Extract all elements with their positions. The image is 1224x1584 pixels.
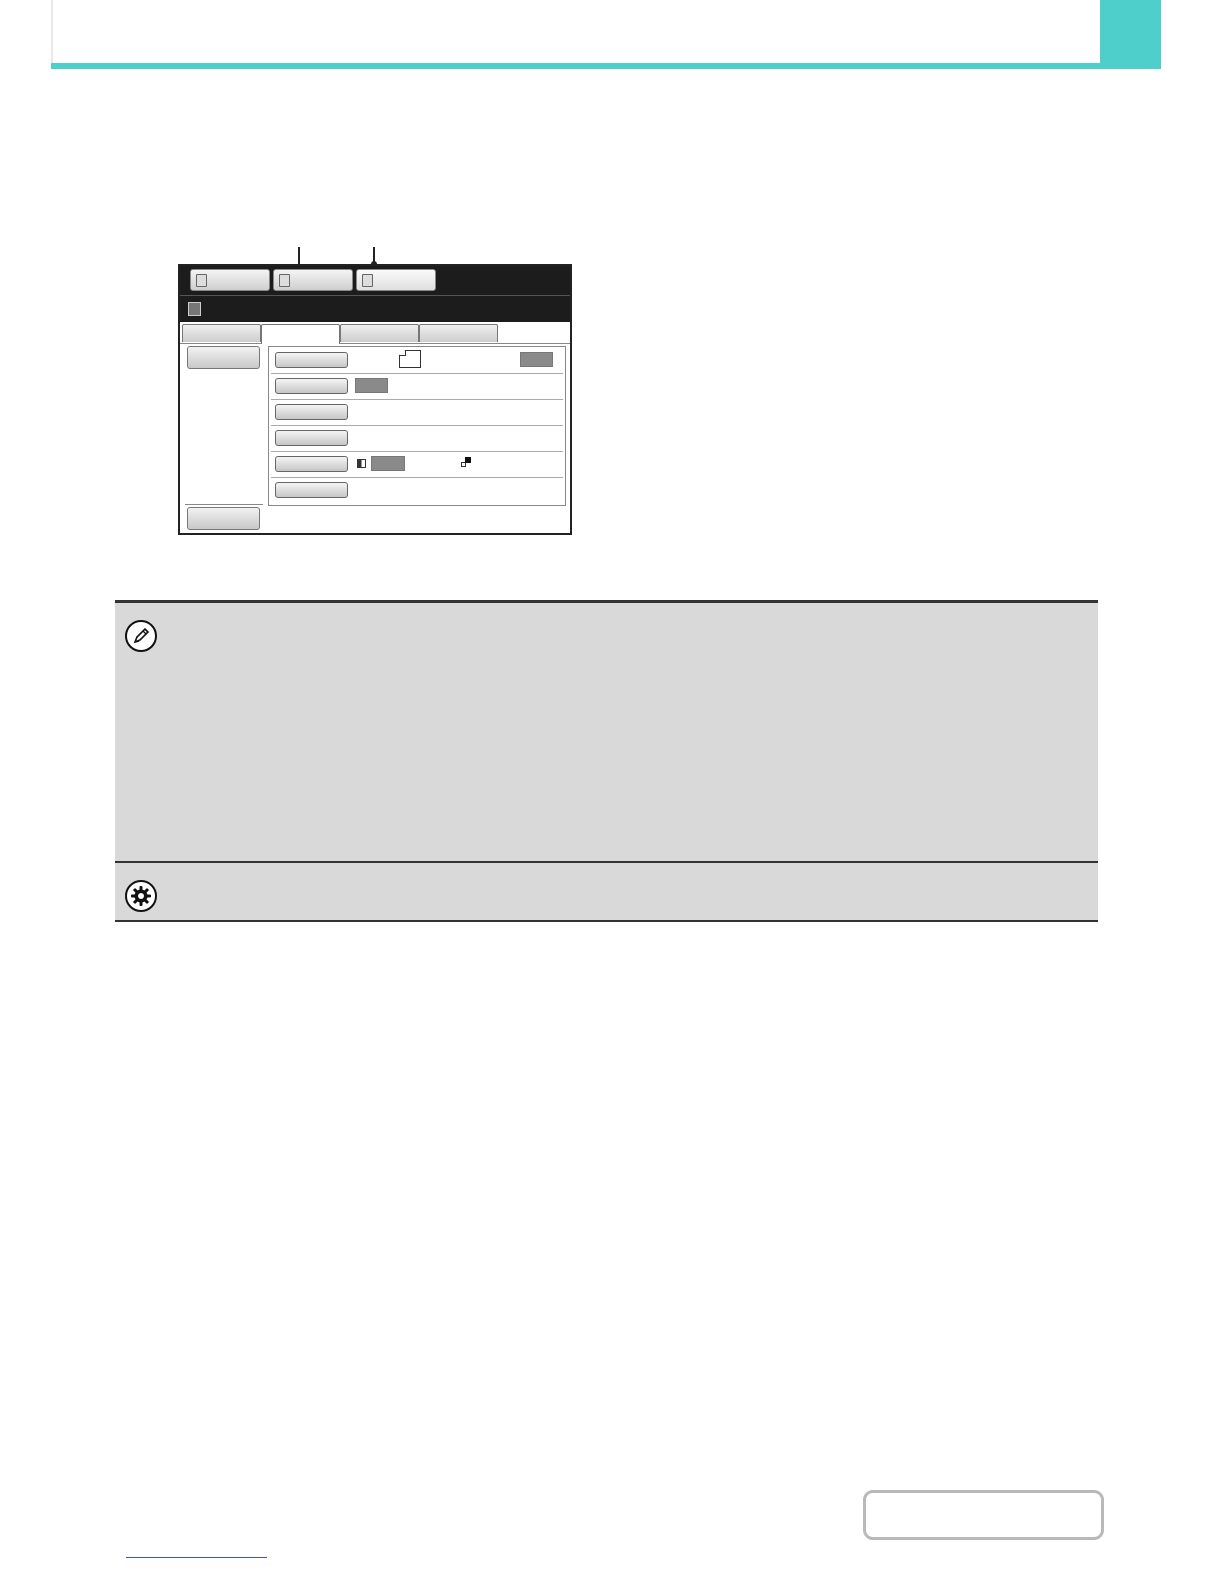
copy-mode-icon bbox=[196, 274, 207, 287]
mode-button-2[interactable] bbox=[273, 269, 353, 291]
mode-bar bbox=[180, 266, 570, 295]
header-left-edge bbox=[51, 0, 53, 66]
page-number-tab bbox=[1100, 0, 1161, 69]
row-1-button[interactable] bbox=[275, 352, 348, 368]
row-3-button[interactable] bbox=[275, 404, 348, 420]
screen-title-bar bbox=[180, 295, 570, 322]
tab-1[interactable] bbox=[182, 324, 261, 342]
header-rule bbox=[51, 63, 1161, 69]
settings-row-2 bbox=[271, 373, 563, 400]
paper-fold bbox=[399, 350, 406, 356]
settings-row-4 bbox=[271, 425, 563, 452]
contents-button[interactable] bbox=[863, 1490, 1104, 1540]
mode-button-1[interactable] bbox=[190, 269, 270, 291]
left-separator bbox=[185, 504, 263, 505]
mode-button-3[interactable] bbox=[356, 269, 436, 291]
tab-row bbox=[180, 323, 570, 344]
footer-link-underline[interactable] bbox=[126, 1557, 267, 1558]
row-2-button[interactable] bbox=[275, 378, 348, 394]
row-5-button[interactable] bbox=[275, 456, 348, 472]
note-box bbox=[115, 600, 1098, 922]
left-button-bottom[interactable] bbox=[187, 507, 260, 530]
settings-row-1 bbox=[271, 347, 563, 374]
document-mode-icon bbox=[279, 274, 290, 287]
settings-row-3 bbox=[271, 399, 563, 426]
row-4-button[interactable] bbox=[275, 430, 348, 446]
exposure-icon bbox=[357, 459, 366, 468]
gear-icon bbox=[125, 880, 157, 912]
note-divider bbox=[115, 861, 1098, 863]
settings-row-6 bbox=[271, 477, 563, 503]
row-1-value bbox=[520, 352, 553, 367]
screen-title-icon bbox=[188, 302, 201, 316]
left-button-top[interactable] bbox=[187, 346, 260, 369]
row-6-button[interactable] bbox=[275, 482, 348, 498]
settings-list bbox=[268, 346, 566, 506]
tab-4[interactable] bbox=[419, 324, 498, 342]
touch-panel-screen bbox=[178, 264, 572, 535]
resolution-icon-dark bbox=[465, 457, 471, 463]
tab-3[interactable] bbox=[340, 324, 419, 342]
settings-row-5 bbox=[271, 451, 563, 478]
tab-2[interactable] bbox=[261, 324, 340, 344]
row-5-value bbox=[371, 456, 405, 471]
scan-mode-icon bbox=[362, 274, 373, 287]
row-2-value bbox=[355, 378, 388, 393]
pencil-icon bbox=[125, 620, 157, 652]
